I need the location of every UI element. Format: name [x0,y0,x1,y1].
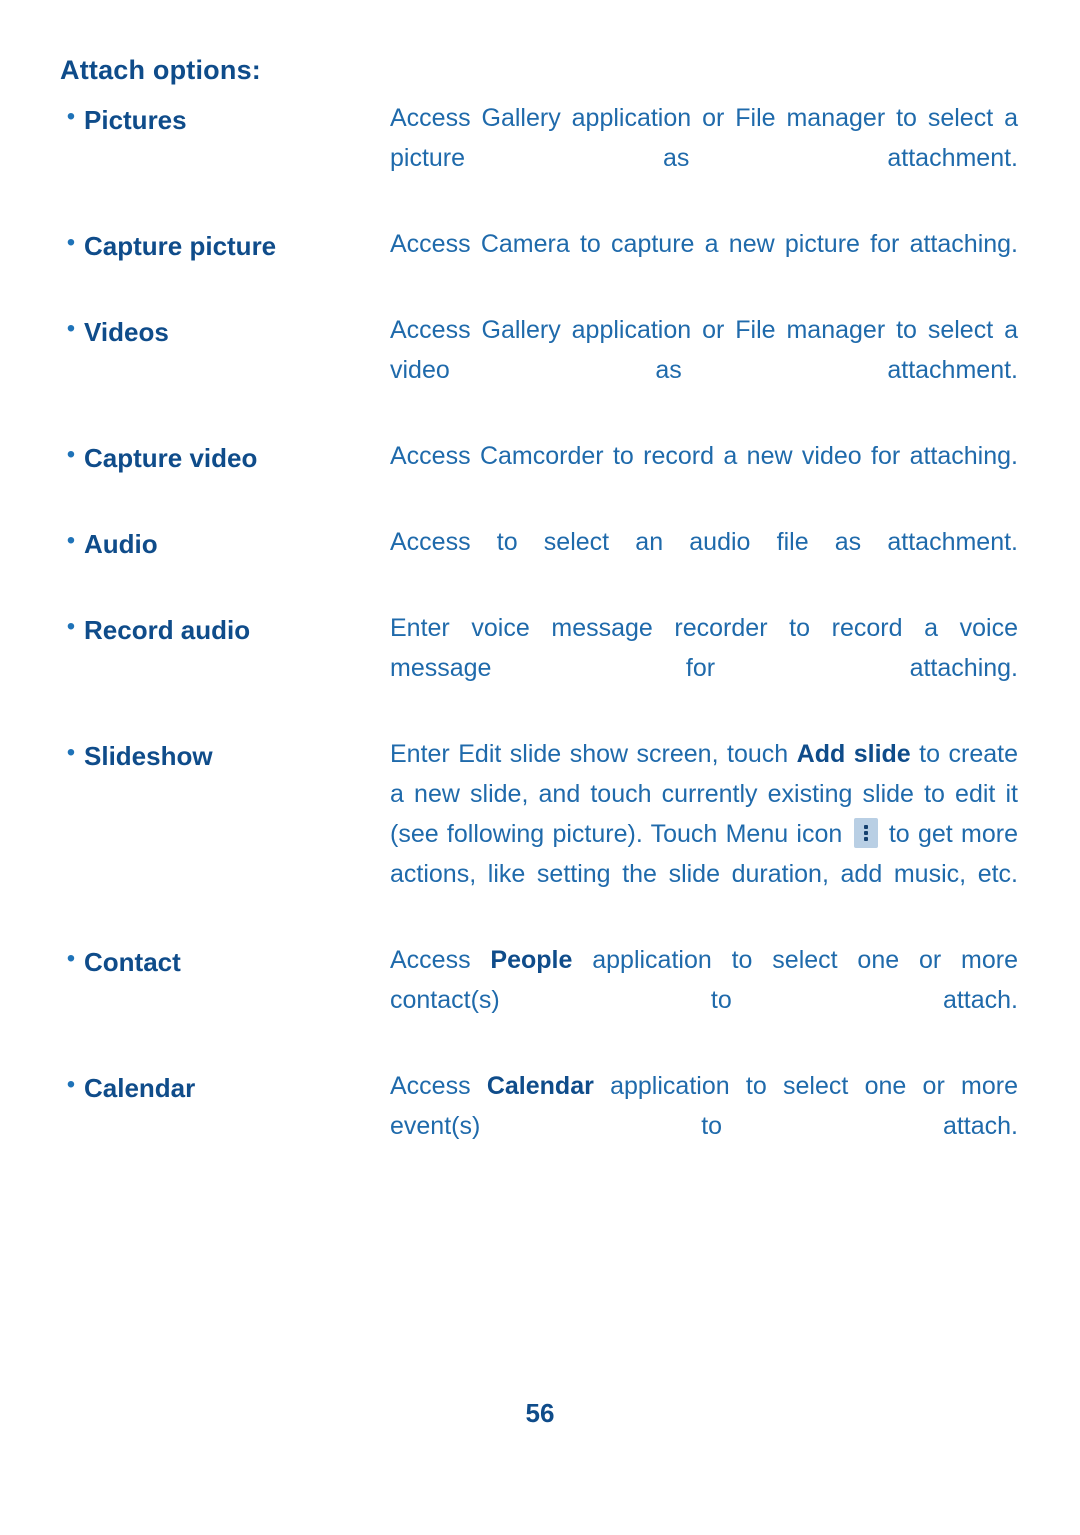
page-number: 56 [525,1398,555,1428]
desc-text: Access [390,946,491,974]
option-term: Calendar [84,1073,196,1103]
bullet-icon: • [66,229,76,256]
option-term: Contact [84,947,181,977]
desc-text: Access Gallery application or File manag… [390,316,1018,384]
bullet-icon: • [66,315,76,342]
document-page: Attach options: • Pictures Access Galler… [0,0,1080,1535]
desc-emphasis: Add slide [796,740,911,768]
desc-text: Access [390,1072,487,1100]
term-cell: • Videos [60,310,390,352]
option-description: Access People application to select one … [390,940,1020,1060]
bullet-icon: • [66,441,76,468]
term-cell: • Audio [60,522,390,564]
bullet-icon: • [66,103,76,130]
bullet-icon: • [66,945,76,972]
menu-icon[interactable] [853,818,878,848]
desc-text: Access to select an audio file as attach… [390,528,1018,556]
desc-text: Enter Edit slide show screen, touch [390,740,797,768]
option-term: Record audio [84,615,251,645]
desc-emphasis: Calendar [486,1072,594,1100]
desc-text: Access Gallery application or File manag… [390,104,1018,172]
option-description: Access Calendar application to select on… [390,1066,1020,1186]
term-cell: • Contact [60,940,390,982]
term-cell: • Record audio [60,608,390,650]
desc-emphasis: People [490,946,573,974]
option-term: Slideshow [84,741,213,771]
list-item: • Pictures Access Gallery application or… [60,98,1020,218]
desc-text: Enter voice message recorder to record a… [390,614,1018,682]
option-term: Pictures [84,105,187,135]
option-term: Capture video [84,443,258,473]
option-description: Enter Edit slide show screen, touch Add … [390,734,1020,934]
option-term: Audio [84,529,158,559]
term-cell: • Slideshow [60,734,390,776]
option-term: Videos [84,317,169,347]
list-item: • Slideshow Enter Edit slide show screen… [60,734,1020,934]
term-cell: • Calendar [60,1066,390,1108]
bullet-icon: • [66,1071,76,1098]
bullet-icon: • [66,613,76,640]
desc-text: Access Camcorder to record a new video f… [390,442,1018,470]
list-item: • Videos Access Gallery application or F… [60,310,1020,430]
option-description: Access to select an audio file as attach… [390,522,1020,602]
option-description: Access Camcorder to record a new video f… [390,436,1020,516]
term-cell: • Capture picture [60,224,390,266]
term-cell: • Capture video [60,436,390,478]
option-term: Capture picture [84,231,277,261]
bullet-icon: • [66,739,76,766]
page-title: Attach options: [60,55,261,85]
bullet-icon: • [66,527,76,554]
term-cell: • Pictures [60,98,390,140]
list-item: • Capture video Access Camcorder to reco… [60,436,1020,516]
list-item: • Capture picture Access Camera to captu… [60,224,1020,304]
attach-options-list: • Pictures Access Gallery application or… [60,98,1020,1186]
list-item: • Calendar Access Calendar application t… [60,1066,1020,1186]
desc-text: Access Camera to capture a new picture f… [390,230,1018,258]
list-item: • Contact Access People application to s… [60,940,1020,1060]
option-description: Enter voice message recorder to record a… [390,608,1020,728]
option-description: Access Gallery application or File manag… [390,310,1020,430]
option-description: Access Camera to capture a new picture f… [390,224,1020,304]
list-item: • Record audio Enter voice message recor… [60,608,1020,728]
list-item: • Audio Access to select an audio file a… [60,522,1020,602]
option-description: Access Gallery application or File manag… [390,98,1020,218]
